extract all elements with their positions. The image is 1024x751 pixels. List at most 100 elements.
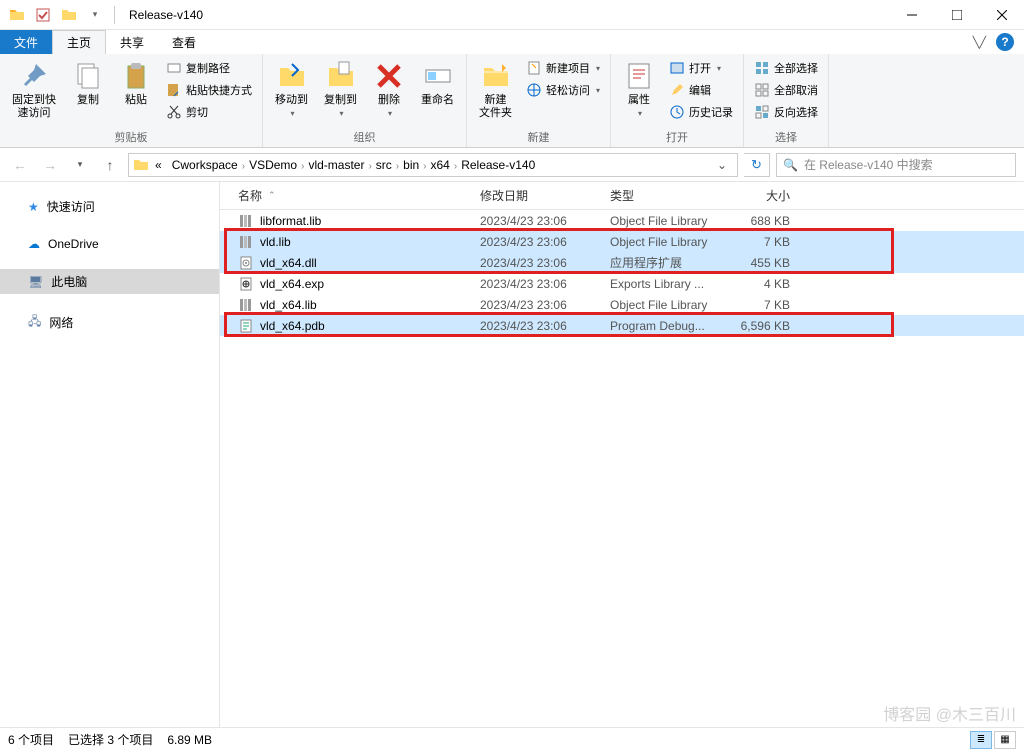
file-name: vld.lib [260, 235, 480, 249]
tab-view[interactable]: 查看 [158, 30, 210, 54]
copy-path-button[interactable]: 复制路径 [162, 58, 256, 78]
status-bar: 6 个项目 已选择 3 个项目 6.89 MB ≣ ▦ [0, 727, 1024, 751]
new-item-button[interactable]: 新建项目▾ [522, 58, 604, 78]
icons-view-button[interactable]: ▦ [994, 731, 1016, 749]
qat-dropdown-icon[interactable]: ▾ [84, 4, 106, 26]
status-selected-count: 已选择 3 个项目 [68, 731, 153, 748]
crumb-overflow[interactable]: « [151, 158, 166, 172]
search-box[interactable]: 🔍 在 Release-v140 中搜索 [776, 153, 1016, 177]
select-none-button[interactable]: 全部取消 [750, 80, 822, 100]
open-button[interactable]: 打开▾ [665, 58, 737, 78]
ribbon-group-clipboard: 剪贴板 [6, 127, 256, 147]
tab-share[interactable]: 共享 [106, 30, 158, 54]
ribbon-group-organize: 组织 [269, 127, 460, 147]
help-icon[interactable]: ? [996, 33, 1014, 51]
cut-button[interactable]: 剪切 [162, 102, 256, 122]
file-type: Object File Library [610, 235, 730, 249]
pin-to-quick-access-button[interactable]: 固定到快 速访问 [6, 56, 62, 124]
file-list[interactable]: libformat.lib2023/4/23 23:06Object File … [220, 210, 1024, 336]
paste-shortcut-button[interactable]: 粘贴快捷方式 [162, 80, 256, 100]
recent-locations-button[interactable]: ▾ [68, 153, 92, 177]
file-type: 应用程序扩展 [610, 254, 730, 271]
file-type: Exports Library ... [610, 277, 730, 291]
close-button[interactable] [979, 0, 1024, 30]
ribbon-group-select: 选择 [750, 127, 822, 147]
file-type: Program Debug... [610, 319, 730, 333]
breadcrumb-segment[interactable]: bin [399, 158, 423, 172]
minimize-button[interactable] [889, 0, 934, 30]
file-name: vld_x64.lib [260, 298, 480, 312]
edit-button[interactable]: 编辑 [665, 80, 737, 100]
nav-quick-access[interactable]: ★快速访问 [0, 194, 219, 219]
breadcrumb-segment[interactable]: Release-v140 [457, 158, 539, 172]
properties-button[interactable]: 属性▾ [617, 56, 661, 122]
refresh-button[interactable]: ↻ [744, 153, 770, 177]
file-date: 2023/4/23 23:06 [480, 256, 610, 270]
file-row[interactable]: libformat.lib2023/4/23 23:06Object File … [220, 210, 1024, 231]
file-name: vld_x64.dll [260, 256, 480, 270]
maximize-button[interactable] [934, 0, 979, 30]
up-button[interactable]: ↑ [98, 153, 122, 177]
title-bar: ▾ Release-v140 [0, 0, 1024, 30]
forward-button[interactable]: → [38, 153, 62, 177]
move-to-button[interactable]: 移动到▾ [269, 56, 314, 122]
address-dropdown-icon[interactable]: ⌄ [711, 158, 733, 172]
file-row[interactable]: vld_x64.exp2023/4/23 23:06Exports Librar… [220, 273, 1024, 294]
file-row[interactable]: vld_x64.dll2023/4/23 23:06应用程序扩展455 KB [220, 252, 1024, 273]
qat-checkbox-icon[interactable] [32, 4, 54, 26]
breadcrumb-segment[interactable]: vld-master [304, 158, 368, 172]
star-icon: ★ [28, 200, 39, 214]
invert-selection-button[interactable]: 反向选择 [750, 102, 822, 122]
ribbon-tabs: 文件 主页 共享 查看 ╲╱ ? [0, 30, 1024, 54]
details-view-button[interactable]: ≣ [970, 731, 992, 749]
nav-this-pc[interactable]: 🖥此电脑 [0, 269, 219, 294]
back-button[interactable]: ← [8, 153, 32, 177]
file-name: libformat.lib [260, 214, 480, 228]
folder-icon [133, 157, 149, 173]
rename-button[interactable]: 重命名 [415, 56, 460, 111]
breadcrumb-segment[interactable]: x64 [427, 158, 454, 172]
tab-file[interactable]: 文件 [0, 30, 52, 54]
breadcrumb-segment[interactable]: src [372, 158, 396, 172]
breadcrumb-segment[interactable]: VSDemo [245, 158, 301, 172]
new-folder-button[interactable]: 新建 文件夹 [473, 56, 518, 124]
file-row[interactable]: vld_x64.lib2023/4/23 23:06Object File Li… [220, 294, 1024, 315]
file-row[interactable]: vld.lib2023/4/23 23:06Object File Librar… [220, 231, 1024, 252]
file-type: Object File Library [610, 214, 730, 228]
qat-folder-icon[interactable] [58, 4, 80, 26]
file-row[interactable]: vld_x64.pdb2023/4/23 23:06Program Debug.… [220, 315, 1024, 336]
history-button[interactable]: 历史记录 [665, 102, 737, 122]
file-date: 2023/4/23 23:06 [480, 214, 610, 228]
easy-access-button[interactable]: 轻松访问▾ [522, 80, 604, 100]
ribbon-group-new: 新建 [473, 127, 604, 147]
select-all-button[interactable]: 全部选择 [750, 58, 822, 78]
file-name: vld_x64.exp [260, 277, 480, 291]
file-size: 6,596 KB [730, 319, 800, 333]
window-title: Release-v140 [123, 8, 203, 22]
copy-to-button[interactable]: 复制到▾ [318, 56, 363, 122]
address-bar[interactable]: « Cworkspace›VSDemo›vld-master›src›bin›x… [128, 153, 738, 177]
file-date: 2023/4/23 23:06 [480, 277, 610, 291]
file-date: 2023/4/23 23:06 [480, 235, 610, 249]
nav-network[interactable]: 🖧网络 [0, 308, 219, 337]
navigation-pane: ★快速访问 ☁OneDrive 🖥此电脑 🖧网络 [0, 182, 220, 727]
file-date: 2023/4/23 23:06 [480, 319, 610, 333]
collapse-ribbon-icon[interactable]: ╲╱ [973, 36, 986, 49]
file-size: 7 KB [730, 298, 800, 312]
copy-button[interactable]: 复制 [66, 56, 110, 111]
paste-button[interactable]: 粘贴 [114, 56, 158, 111]
tab-home[interactable]: 主页 [52, 30, 106, 54]
ribbon: 固定到快 速访问 复制 粘贴 复制路径 粘贴快捷方式 剪切 剪贴板 移动到▾ [0, 54, 1024, 148]
network-icon: 🖧 [28, 312, 41, 333]
breadcrumb-segment[interactable]: Cworkspace [168, 158, 242, 172]
column-headers[interactable]: 名称⌃ 修改日期 类型 大小 [220, 182, 1024, 210]
cloud-icon: ☁ [28, 237, 40, 251]
folder-icon [6, 4, 28, 26]
watermark: 博客园 @木三百川 [883, 701, 1016, 725]
search-icon: 🔍 [783, 158, 798, 172]
file-size: 7 KB [730, 235, 800, 249]
nav-onedrive[interactable]: ☁OneDrive [0, 233, 219, 255]
status-item-count: 6 个项目 [8, 731, 54, 748]
file-date: 2023/4/23 23:06 [480, 298, 610, 312]
delete-button[interactable]: 删除▾ [367, 56, 411, 122]
